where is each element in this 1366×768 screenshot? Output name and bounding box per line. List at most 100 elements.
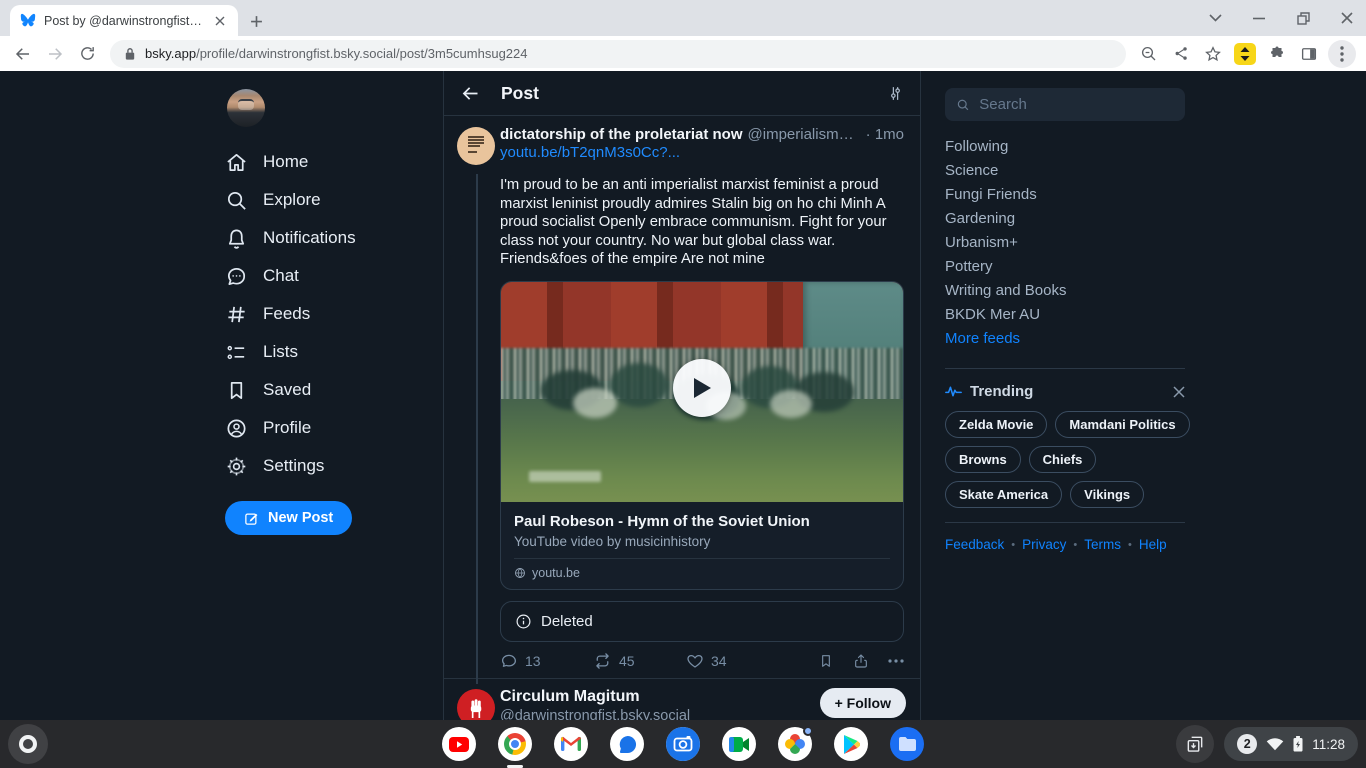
nav-label: Profile: [263, 418, 312, 437]
thumbnail-caption: [529, 471, 602, 483]
chat-bubble-icon: [227, 267, 246, 285]
terms-link[interactable]: Terms: [1084, 537, 1121, 552]
trending-close-icon[interactable]: [1173, 385, 1185, 398]
browser-menu-icon[interactable]: [1328, 39, 1356, 68]
feed-link-fungi-friends[interactable]: Fungi Friends: [945, 186, 1185, 210]
topic-pill[interactable]: Vikings: [1070, 481, 1145, 508]
comment-icon: [501, 654, 517, 667]
forward-icon[interactable]: [42, 41, 68, 67]
extensions-puzzle-icon[interactable]: [1264, 41, 1290, 67]
help-link[interactable]: Help: [1139, 537, 1167, 552]
window-close-icon[interactable]: [1338, 9, 1356, 27]
reply-button[interactable]: 13: [500, 652, 593, 670]
topic-pill[interactable]: Browns: [945, 446, 1021, 473]
nav-item-feeds[interactable]: Feeds: [225, 295, 395, 333]
topic-pill[interactable]: Zelda Movie: [945, 411, 1048, 438]
profile-avatar[interactable]: [227, 89, 265, 127]
nav-item-notifications[interactable]: Notifications: [225, 219, 395, 257]
back-arrow-icon[interactable]: [460, 83, 481, 104]
gmail-app-icon[interactable]: [554, 727, 588, 761]
feed-link-bkdk-mer-au[interactable]: BKDK Mer AU: [945, 306, 1185, 330]
bookmark-star-icon[interactable]: [1200, 41, 1226, 67]
youtube-app-icon[interactable]: [442, 727, 476, 761]
thread-header: Post: [444, 71, 920, 116]
privacy-link[interactable]: Privacy: [1022, 537, 1066, 552]
more-feeds-link[interactable]: More feeds: [945, 330, 1185, 354]
back-icon[interactable]: [10, 41, 36, 67]
shelf-apps: [442, 726, 924, 768]
embed-domain: youtu.be: [532, 565, 580, 580]
photos-app-icon[interactable]: [778, 726, 813, 761]
extension-adblock-icon[interactable]: [1232, 41, 1258, 67]
window-minimize-icon[interactable]: [1250, 9, 1268, 27]
play-store-app-icon[interactable]: [834, 727, 868, 761]
nav-label: Saved: [263, 380, 312, 399]
thread-line: [476, 174, 478, 684]
gear-icon: [227, 457, 246, 475]
browser-tab-strip: Post by @darwinstrongfist.bsky.: [0, 0, 1366, 36]
chrome-app-icon[interactable]: [498, 727, 532, 768]
feed-link-pottery[interactable]: Pottery: [945, 258, 1185, 282]
nav-item-lists[interactable]: Lists: [225, 333, 395, 371]
window-restore-icon[interactable]: [1294, 9, 1312, 27]
nav-item-explore[interactable]: Explore: [225, 181, 395, 219]
tab-close-icon[interactable]: [210, 11, 230, 31]
address-bar[interactable]: bsky.app/profile/darwinstrongfist.bsky.s…: [110, 39, 1126, 68]
topic-pill[interactable]: Chiefs: [1028, 446, 1097, 473]
new-post-button[interactable]: New Post: [225, 501, 353, 535]
launcher-button[interactable]: [8, 724, 48, 764]
nav-label: Home: [263, 152, 309, 171]
repost-button[interactable]: 45: [593, 652, 686, 670]
topic-pill[interactable]: Mamdani Politics: [1055, 411, 1190, 438]
like-button[interactable]: 34: [686, 652, 779, 670]
nav-item-home[interactable]: Home: [225, 143, 395, 181]
status-tray[interactable]: 2 11:28: [1224, 727, 1358, 761]
follow-button[interactable]: + Follow: [819, 687, 906, 718]
messages-app-icon[interactable]: [610, 727, 644, 761]
feed-link-following[interactable]: Following: [945, 138, 1185, 162]
nav-label: Chat: [263, 266, 299, 285]
main-post-avatar[interactable]: [457, 127, 495, 165]
youtube-embed-card[interactable]: Paul Robeson - Hymn of the Soviet Union …: [500, 280, 904, 590]
globe-icon: [515, 567, 525, 579]
nav-item-profile[interactable]: Profile: [225, 409, 395, 447]
bookmark-post-icon[interactable]: [818, 653, 834, 669]
camera-app-icon[interactable]: [666, 727, 700, 761]
feed-link-gardening[interactable]: Gardening: [945, 210, 1185, 234]
topic-pill[interactable]: Skate America: [945, 481, 1063, 508]
video-thumbnail[interactable]: [501, 281, 903, 502]
feed-link-urbanism[interactable]: Urbanism+: [945, 234, 1185, 258]
heart-icon: [687, 654, 703, 668]
sidebar-divider: [945, 368, 1185, 369]
new-tab-button[interactable]: [246, 11, 266, 31]
meet-app-icon[interactable]: [722, 727, 756, 761]
main-post-byline[interactable]: dictatorship of the proletariat now @imp…: [500, 126, 904, 143]
bell-icon: [228, 228, 245, 249]
window-menu-chevron-icon[interactable]: [1206, 9, 1224, 27]
reload-icon[interactable]: [74, 41, 100, 67]
share-icon[interactable]: [1168, 41, 1194, 67]
url-text: bsky.app/profile/darwinstrongfist.bsky.s…: [145, 46, 528, 61]
share-post-icon[interactable]: [853, 653, 869, 669]
files-app-icon[interactable]: [890, 727, 924, 761]
nav-item-settings[interactable]: Settings: [225, 447, 395, 485]
holding-space-tote-icon[interactable]: [1176, 725, 1215, 763]
thread-options-icon[interactable]: [887, 85, 904, 102]
home-icon: [227, 153, 246, 171]
feed-link-writing-and-books[interactable]: Writing and Books: [945, 282, 1185, 306]
deleted-quote-box: Deleted: [500, 600, 904, 642]
post-more-icon[interactable]: [888, 659, 904, 663]
reply-post-avatar[interactable]: [457, 688, 495, 720]
nav-item-chat[interactable]: Chat: [225, 257, 395, 295]
zoom-out-icon[interactable]: [1136, 41, 1162, 67]
feed-link-science[interactable]: Science: [945, 162, 1185, 186]
play-button-icon[interactable]: [673, 358, 731, 417]
reply-post: Circulum Magitum @darwinstrongfist.bsky.…: [444, 679, 920, 720]
search-input[interactable]: [979, 96, 1174, 113]
side-panel-icon[interactable]: [1296, 41, 1322, 67]
feedback-link[interactable]: Feedback: [945, 537, 1004, 552]
nav-item-saved[interactable]: Saved: [225, 371, 395, 409]
post-external-link[interactable]: youtu.be/bT2qnM3s0Cc?...: [500, 144, 904, 161]
browser-tab[interactable]: Post by @darwinstrongfist.bsky.: [10, 5, 238, 36]
search-box[interactable]: [945, 88, 1185, 121]
